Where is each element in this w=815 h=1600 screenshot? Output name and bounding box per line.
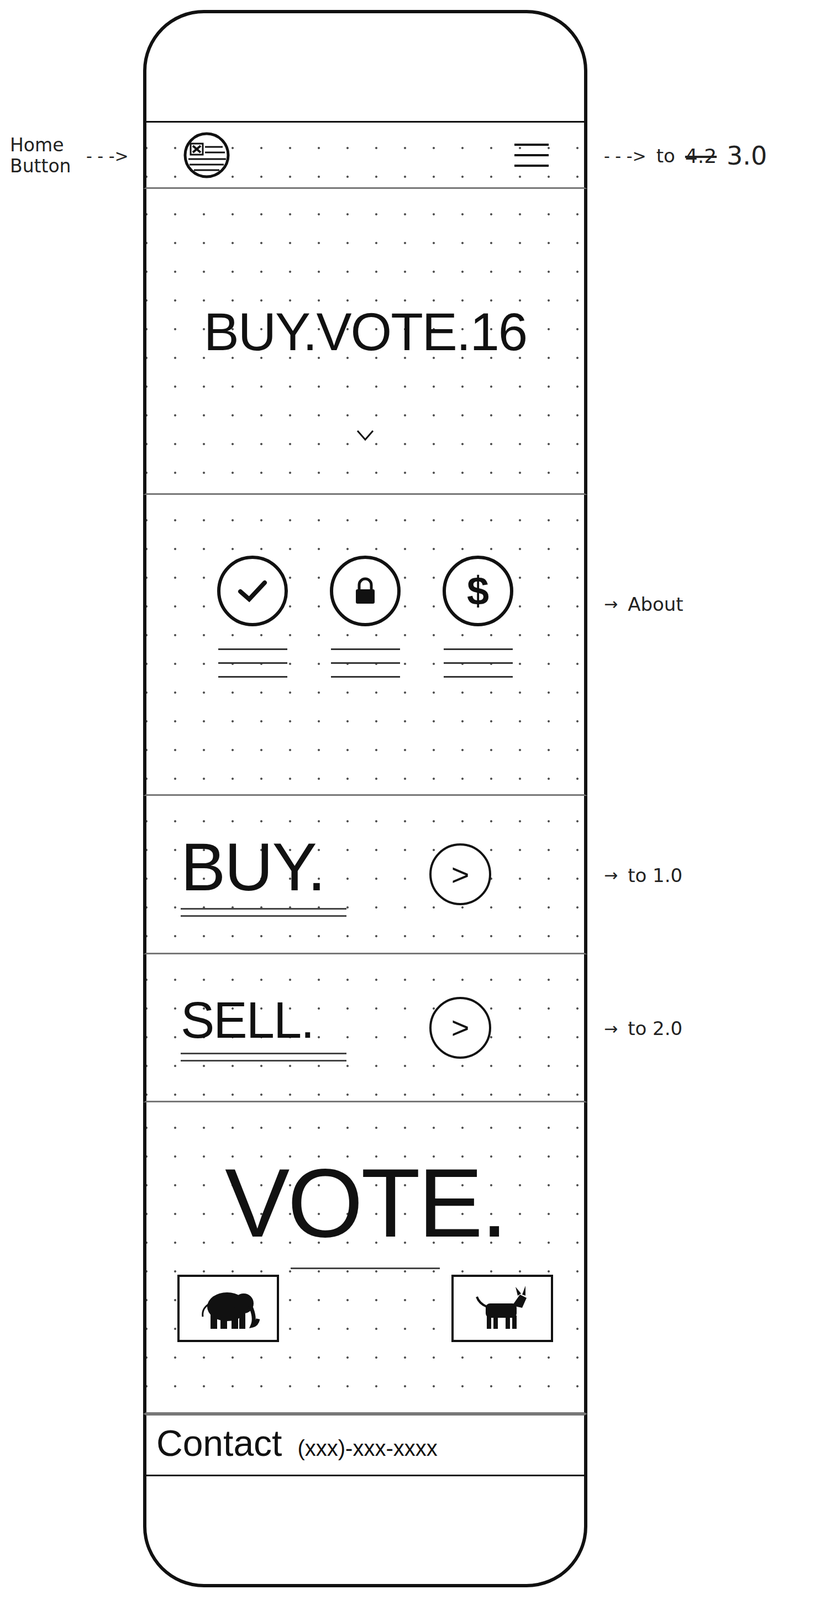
lock-icon xyxy=(352,576,378,607)
annotation-right: → to 2.0 xyxy=(587,954,815,1103)
contact-label: Contact xyxy=(156,1422,282,1465)
sell-annotation: to 2.0 xyxy=(627,1017,683,1040)
annotation-left: Home Button - - -> xyxy=(0,122,144,189)
placeholder-line xyxy=(330,648,401,651)
donkey-icon xyxy=(469,1285,536,1333)
underline xyxy=(180,1060,347,1062)
dollar-symbol: $ xyxy=(466,571,489,612)
struck-target: 4.2 xyxy=(685,144,717,168)
about-section: $ xyxy=(143,495,588,797)
annotation-left xyxy=(0,1414,144,1476)
hamburger-menu-icon[interactable] xyxy=(512,141,551,170)
home-logo-icon[interactable] xyxy=(182,131,231,180)
hero-title: BUY.VOTE.16 xyxy=(203,301,528,363)
placeholder-line xyxy=(443,662,513,665)
elephant-icon xyxy=(195,1285,262,1333)
annotation-prefix: to xyxy=(656,144,676,167)
arrow-wrap: > xyxy=(412,997,562,1060)
annotation-right xyxy=(587,1102,815,1415)
annotation-left xyxy=(0,9,144,123)
annotation-left xyxy=(0,954,144,1103)
page-row xyxy=(0,9,815,123)
placeholder-line xyxy=(443,648,513,651)
sell-title: SELL. xyxy=(180,994,413,1048)
page-row: BUY. > → to 1.0 xyxy=(0,796,815,955)
text-placeholder xyxy=(330,648,401,678)
feature-item xyxy=(196,555,309,678)
underline xyxy=(180,915,347,918)
lock-icon xyxy=(329,555,401,627)
placeholder-line xyxy=(330,676,401,678)
placeholder-line xyxy=(330,662,401,665)
phone-bottom-bezel xyxy=(143,1475,588,1589)
annotation-right xyxy=(587,1414,815,1476)
feature-item: $ xyxy=(421,555,535,678)
annotation-arrow: - - -> xyxy=(603,146,647,166)
page-row: Contact (xxx)-xxx-xxxx xyxy=(0,1414,815,1476)
vote-title: VOTE. xyxy=(177,1152,554,1255)
annotation-left xyxy=(0,796,144,955)
buy-title: BUY. xyxy=(180,832,413,903)
hero-section: BUY.VOTE.16 xyxy=(143,188,588,496)
party-button[interactable] xyxy=(451,1275,554,1343)
annotation-right: - - -> to 4.2 3.0 xyxy=(587,122,815,189)
placeholder-line xyxy=(218,662,288,665)
menu-target: 3.0 xyxy=(726,140,767,171)
annotation-right xyxy=(587,1475,815,1589)
underline xyxy=(180,1053,347,1055)
buy-arrow-button[interactable]: > xyxy=(429,843,492,906)
party-row xyxy=(177,1275,554,1343)
vote-section: VOTE. xyxy=(143,1102,588,1415)
page-row: Home Button - - -> - - -> to 4.2 3.0 xyxy=(0,122,815,189)
sell-section: SELL. > xyxy=(143,954,588,1103)
underline xyxy=(180,908,347,911)
buy-annotation: to 1.0 xyxy=(627,864,683,887)
annotation-left xyxy=(0,188,144,496)
text-placeholder xyxy=(218,648,288,678)
page-row: VOTE. xyxy=(0,1102,815,1415)
sell-arrow-button[interactable]: > xyxy=(429,997,492,1060)
annotation-right xyxy=(587,9,815,123)
annotation-right: → About xyxy=(587,495,815,797)
annotation-left xyxy=(0,1102,144,1415)
page-row: BUY.VOTE.16 xyxy=(0,188,815,496)
check-icon xyxy=(235,577,270,606)
annotation-left xyxy=(0,1475,144,1589)
page-row: $ → About xyxy=(0,495,815,797)
text-placeholder xyxy=(443,648,513,678)
dollar-icon: $ xyxy=(442,555,514,627)
contact-phone[interactable]: (xxx)-xxx-xxxx xyxy=(297,1436,438,1462)
annotation-left xyxy=(0,495,144,797)
placeholder-line xyxy=(443,676,513,678)
scroll-down-chevron-icon[interactable] xyxy=(355,428,375,443)
page-row xyxy=(0,1475,815,1589)
placeholder-line xyxy=(218,676,288,678)
annotation-arrow: → xyxy=(603,594,618,614)
placeholder-line xyxy=(218,648,288,651)
contact-bar: Contact (xxx)-xxx-xxxx xyxy=(143,1414,588,1476)
party-button[interactable] xyxy=(177,1275,280,1343)
check-icon xyxy=(217,555,288,627)
buy-section: BUY. > xyxy=(143,796,588,955)
annotation-arrow: → xyxy=(603,1019,618,1039)
feature-item xyxy=(308,555,422,678)
buy-heading: BUY. xyxy=(180,832,413,918)
annotation-right xyxy=(587,188,815,496)
home-annotation: Home Button xyxy=(9,134,77,177)
about-annotation: About xyxy=(627,593,684,616)
page-row: SELL. > → to 2.0 xyxy=(0,954,815,1103)
phone-top-bezel xyxy=(143,9,588,123)
nav-bar xyxy=(143,122,588,189)
underline xyxy=(290,1268,440,1270)
annotation-arrow: → xyxy=(603,865,618,886)
annotation-arrow: - - -> xyxy=(86,146,129,166)
arrow-wrap: > xyxy=(412,843,562,906)
annotation-right: → to 1.0 xyxy=(587,796,815,955)
sell-heading: SELL. xyxy=(180,994,413,1062)
